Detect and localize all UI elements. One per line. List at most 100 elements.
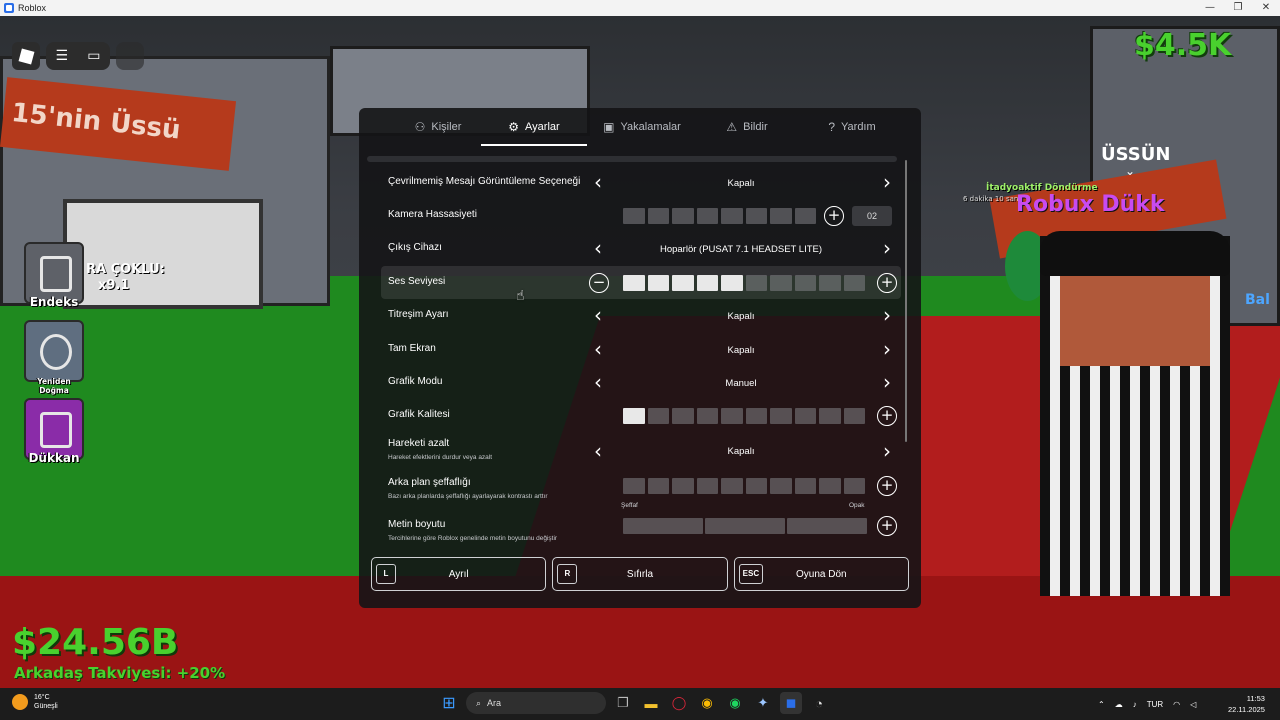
taskbar-clock[interactable]: 11:53 22.11.2025	[1228, 693, 1265, 715]
slider-segment[interactable]	[770, 275, 792, 291]
slider-segment[interactable]	[696, 208, 718, 224]
slider-segment[interactable]	[647, 208, 669, 224]
taskbar-search[interactable]: ⌕ Ara	[466, 692, 606, 714]
spotify-icon[interactable]: ◉	[724, 692, 746, 714]
slider-segment[interactable]	[745, 478, 767, 494]
text-size-slider[interactable]	[623, 518, 867, 534]
slider-segment[interactable]	[721, 208, 743, 224]
slider-segment[interactable]	[721, 478, 743, 494]
plus-icon[interactable]: +	[877, 406, 897, 426]
cloud-icon[interactable]: ☁	[1115, 700, 1123, 709]
plus-icon[interactable]: +	[877, 516, 897, 536]
chrome-icon[interactable]: ◉	[696, 692, 718, 714]
scrollbar[interactable]	[905, 160, 907, 442]
leave-button[interactable]: L Ayrıl	[371, 557, 547, 591]
app-icon[interactable]: ✦	[752, 692, 774, 714]
graphics-quality-slider[interactable]	[623, 408, 865, 424]
maximize-button[interactable]: ❐	[1224, 0, 1252, 16]
slider-segment[interactable]	[819, 478, 841, 494]
slider-segment[interactable]	[672, 408, 694, 424]
chevron-right-icon[interactable]: ›	[878, 339, 896, 359]
slider-segment[interactable]	[623, 478, 645, 494]
slider-segment[interactable]	[696, 275, 718, 291]
camera-sensitivity-slider[interactable]	[623, 208, 816, 224]
rebirth-button[interactable]	[24, 320, 84, 382]
roblox-taskbar-icon[interactable]: ◼	[780, 692, 802, 714]
settings-shortcut-icon[interactable]	[116, 42, 144, 70]
tab-settings[interactable]: ⚙ Ayarlar	[481, 108, 587, 146]
chat-icon[interactable]: ▭	[87, 48, 100, 64]
slider-segment[interactable]	[819, 408, 841, 424]
slider-segment[interactable]	[705, 518, 785, 534]
camera-sensitivity-input[interactable]: 02	[852, 206, 892, 226]
slider-segment[interactable]	[794, 478, 816, 494]
slider-segment[interactable]	[672, 478, 694, 494]
tab-report[interactable]: ⚠ Bildir	[697, 108, 797, 146]
slider-segment[interactable]	[623, 408, 645, 424]
slider-segment[interactable]	[623, 208, 645, 224]
slider-segment[interactable]	[770, 208, 792, 224]
slider-segment[interactable]	[623, 518, 703, 534]
slider-segment[interactable]	[745, 208, 767, 224]
plus-icon[interactable]: +	[877, 476, 897, 496]
slider-segment[interactable]	[843, 478, 865, 494]
roblox-menu-icon[interactable]	[12, 42, 40, 70]
chevron-left-icon[interactable]: ‹	[589, 305, 607, 325]
slider-segment[interactable]	[672, 275, 694, 291]
tab-captures[interactable]: ▣ Yakalamalar	[587, 108, 697, 146]
windows-start-icon[interactable]: ⊞	[438, 692, 460, 714]
slider-segment[interactable]	[647, 275, 669, 291]
chevron-left-icon[interactable]: ‹	[589, 441, 607, 461]
slider-segment[interactable]	[721, 408, 743, 424]
reset-button[interactable]: R Sıfırla	[552, 557, 728, 591]
tab-people[interactable]: ⚇ Kişiler	[359, 108, 477, 146]
close-button[interactable]: ✕	[1252, 0, 1280, 16]
wifi-icon[interactable]: ◠	[1173, 700, 1180, 709]
chevron-right-icon[interactable]: ›	[878, 238, 896, 258]
language-indicator[interactable]: TUR	[1147, 700, 1163, 709]
chevron-up-icon[interactable]: ⌃	[1098, 700, 1105, 709]
slider-segment[interactable]	[794, 275, 816, 291]
volume-slider[interactable]	[623, 275, 865, 291]
chevron-right-icon[interactable]: ›	[878, 441, 896, 461]
slider-segment[interactable]	[696, 408, 718, 424]
chevron-left-icon[interactable]: ‹	[589, 339, 607, 359]
chevron-left-icon[interactable]: ‹	[589, 172, 607, 192]
chevron-right-icon[interactable]: ›	[878, 172, 896, 192]
plus-icon[interactable]: +	[877, 273, 897, 293]
bg-transparency-slider[interactable]	[623, 478, 865, 494]
slider-segment[interactable]	[819, 275, 841, 291]
minus-icon[interactable]: −	[589, 273, 609, 293]
chevron-left-icon[interactable]: ‹	[589, 372, 607, 392]
file-explorer-icon[interactable]: ▬	[640, 692, 662, 714]
weather-widget[interactable]: 16°C Güneşli	[12, 693, 58, 711]
slider-segment[interactable]	[843, 275, 865, 291]
slider-segment[interactable]	[770, 478, 792, 494]
slider-segment[interactable]	[623, 275, 645, 291]
slider-segment[interactable]	[647, 408, 669, 424]
slider-segment[interactable]	[794, 408, 816, 424]
plus-icon[interactable]: +	[824, 206, 844, 226]
microphone-icon[interactable]: ♪	[1133, 700, 1137, 709]
task-view-icon[interactable]: ❐	[612, 692, 634, 714]
slider-segment[interactable]	[794, 208, 816, 224]
hamburger-icon[interactable]: ☰	[56, 48, 69, 64]
chevron-left-icon[interactable]: ‹	[589, 238, 607, 258]
slider-segment[interactable]	[770, 408, 792, 424]
roblox-studio-icon[interactable]: ◔	[808, 692, 830, 714]
minimize-button[interactable]: —	[1196, 0, 1224, 16]
opera-icon[interactable]: ◯	[668, 692, 690, 714]
slider-segment[interactable]	[787, 518, 867, 534]
speaker-icon[interactable]: ◁	[1190, 700, 1196, 709]
slider-segment[interactable]	[647, 478, 669, 494]
slider-segment[interactable]	[745, 275, 767, 291]
slider-segment[interactable]	[745, 408, 767, 424]
chevron-right-icon[interactable]: ›	[878, 372, 896, 392]
slider-segment[interactable]	[721, 275, 743, 291]
resume-button[interactable]: ESC Oyuna Dön	[733, 557, 909, 591]
slider-segment[interactable]	[672, 208, 694, 224]
slider-segment[interactable]	[843, 408, 865, 424]
tab-help[interactable]: ? Yardım	[797, 108, 907, 146]
chevron-right-icon[interactable]: ›	[878, 305, 896, 325]
slider-segment[interactable]	[696, 478, 718, 494]
